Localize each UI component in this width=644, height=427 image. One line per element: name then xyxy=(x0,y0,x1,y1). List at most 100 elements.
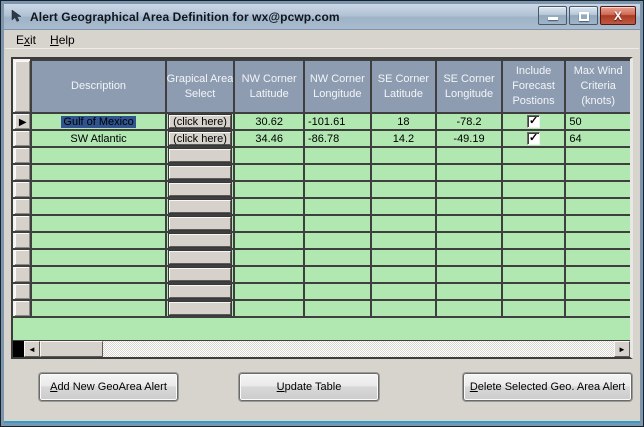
cell-include-forecast[interactable] xyxy=(502,249,566,266)
row-selector[interactable] xyxy=(14,249,31,266)
cell-include-forecast[interactable] xyxy=(502,147,566,164)
cell-include-forecast[interactable] xyxy=(502,164,566,181)
cell-nw-longitude[interactable] xyxy=(304,249,371,266)
cell-description[interactable] xyxy=(31,164,165,181)
cell-include-forecast[interactable] xyxy=(502,232,566,249)
click-here-button[interactable] xyxy=(169,183,232,196)
cell-se-longitude[interactable]: -49.19 xyxy=(436,130,502,147)
click-here-button[interactable] xyxy=(169,200,232,213)
delete-selected-geo-area-alert-button[interactable]: Delete Selected Geo. Area Alert xyxy=(463,373,632,401)
cell-se-latitude[interactable] xyxy=(371,181,437,198)
cell-nw-latitude[interactable] xyxy=(234,249,304,266)
click-here-button[interactable] xyxy=(169,285,232,298)
cell-se-longitude[interactable] xyxy=(436,215,502,232)
cell-max-wind[interactable] xyxy=(565,232,631,249)
row-selector[interactable] xyxy=(14,147,31,164)
cell-max-wind[interactable] xyxy=(565,283,631,300)
cell-se-latitude[interactable] xyxy=(371,164,437,181)
cell-nw-longitude[interactable] xyxy=(304,266,371,283)
cell-max-wind[interactable] xyxy=(565,266,631,283)
click-here-button[interactable] xyxy=(169,251,232,264)
cell-se-longitude[interactable] xyxy=(436,232,502,249)
click-here-button[interactable]: (click here) xyxy=(169,132,232,145)
cell-nw-latitude[interactable] xyxy=(234,147,304,164)
cell-se-longitude[interactable] xyxy=(436,181,502,198)
row-selector[interactable] xyxy=(14,130,31,147)
click-here-button[interactable] xyxy=(169,149,232,162)
cell-max-wind[interactable] xyxy=(565,181,631,198)
menu-item-help[interactable]: Help xyxy=(43,32,82,48)
cell-max-wind[interactable] xyxy=(565,300,631,317)
add-new-geoarea-alert-button[interactable]: Add New GeoArea Alert xyxy=(39,373,178,401)
cell-se-latitude[interactable] xyxy=(371,283,437,300)
cell-description[interactable] xyxy=(31,198,165,215)
row-selector[interactable] xyxy=(14,198,31,215)
cell-description[interactable]: Gulf of Mexico xyxy=(31,113,165,130)
scroll-right-button[interactable]: ► xyxy=(614,341,630,357)
scroll-left-button[interactable]: ◄ xyxy=(24,341,40,357)
cell-se-latitude[interactable] xyxy=(371,215,437,232)
cell-nw-longitude[interactable] xyxy=(304,164,371,181)
cell-nw-longitude[interactable] xyxy=(304,300,371,317)
cell-nw-longitude[interactable] xyxy=(304,147,371,164)
cell-nw-latitude[interactable] xyxy=(234,266,304,283)
update-table-button[interactable]: Update Table xyxy=(239,373,379,401)
cell-include-forecast[interactable] xyxy=(502,215,566,232)
cell-nw-longitude[interactable] xyxy=(304,283,371,300)
click-here-button[interactable]: (click here) xyxy=(169,115,232,128)
cell-description[interactable] xyxy=(31,147,165,164)
cell-nw-latitude[interactable] xyxy=(234,300,304,317)
cell-description[interactable] xyxy=(31,215,165,232)
cell-se-longitude[interactable] xyxy=(436,283,502,300)
cell-nw-latitude[interactable]: 34.46 xyxy=(234,130,304,147)
cell-nw-latitude[interactable] xyxy=(234,232,304,249)
cell-include-forecast[interactable] xyxy=(502,266,566,283)
cell-se-longitude[interactable] xyxy=(436,249,502,266)
row-selector[interactable] xyxy=(14,232,31,249)
scrollbar-track[interactable] xyxy=(103,341,614,357)
close-button[interactable]: X xyxy=(600,6,636,25)
cell-nw-longitude[interactable] xyxy=(304,232,371,249)
cell-se-latitude[interactable]: 18 xyxy=(371,113,437,130)
cell-nw-longitude[interactable]: -101.61 xyxy=(304,113,371,130)
minimize-button[interactable] xyxy=(538,6,567,25)
click-here-button[interactable] xyxy=(169,268,232,281)
cell-max-wind[interactable] xyxy=(565,147,631,164)
cell-nw-latitude[interactable] xyxy=(234,283,304,300)
cell-se-latitude[interactable] xyxy=(371,249,437,266)
cell-description[interactable]: SW Atlantic xyxy=(31,130,165,147)
menu-item-exit[interactable]: Exit xyxy=(9,32,43,48)
cell-max-wind[interactable] xyxy=(565,215,631,232)
cell-max-wind[interactable] xyxy=(565,164,631,181)
cell-include-forecast[interactable] xyxy=(502,181,566,198)
horizontal-scrollbar[interactable]: ◄ ► xyxy=(13,340,630,357)
cell-se-latitude[interactable] xyxy=(371,300,437,317)
cell-description[interactable] xyxy=(31,181,165,198)
cell-max-wind[interactable]: 64 xyxy=(565,130,631,147)
cell-se-longitude[interactable] xyxy=(436,198,502,215)
cell-se-latitude[interactable] xyxy=(371,147,437,164)
cell-se-longitude[interactable] xyxy=(436,147,502,164)
cell-include-forecast[interactable] xyxy=(502,300,566,317)
row-selector[interactable] xyxy=(14,266,31,283)
cell-nw-longitude[interactable] xyxy=(304,198,371,215)
cell-description[interactable] xyxy=(31,266,165,283)
cell-nw-latitude[interactable] xyxy=(234,181,304,198)
click-here-button[interactable] xyxy=(169,166,232,179)
cell-se-latitude[interactable] xyxy=(371,232,437,249)
row-selector[interactable] xyxy=(14,215,31,232)
cell-max-wind[interactable] xyxy=(565,249,631,266)
cell-max-wind[interactable] xyxy=(565,198,631,215)
cell-description[interactable] xyxy=(31,283,165,300)
cell-se-latitude[interactable] xyxy=(371,198,437,215)
click-here-button[interactable] xyxy=(169,302,232,315)
maximize-button[interactable] xyxy=(569,6,598,25)
cell-nw-latitude[interactable] xyxy=(234,198,304,215)
cell-include-forecast[interactable] xyxy=(502,198,566,215)
row-selector[interactable]: ▶ xyxy=(14,113,31,130)
cell-nw-longitude[interactable]: -86.78 xyxy=(304,130,371,147)
cell-se-longitude[interactable] xyxy=(436,300,502,317)
cell-nw-longitude[interactable] xyxy=(304,181,371,198)
cell-max-wind[interactable]: 50 xyxy=(565,113,631,130)
cell-nw-latitude[interactable] xyxy=(234,164,304,181)
